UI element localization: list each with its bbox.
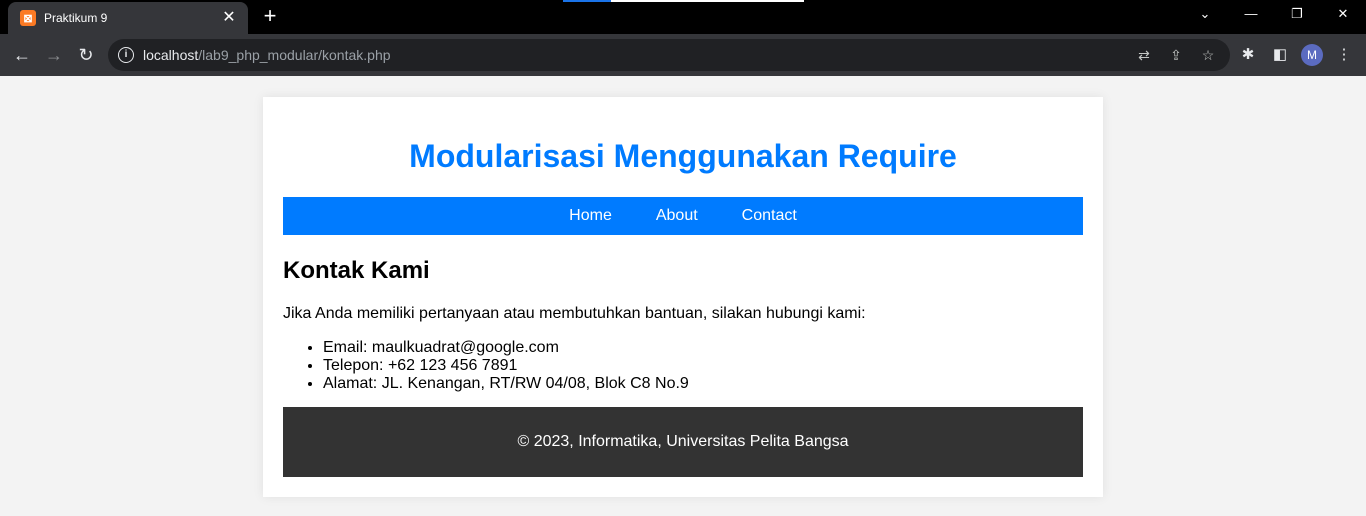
share-icon[interactable]: ⇪ [1166, 45, 1186, 65]
intro-text: Jika Anda memiliki pertanyaan atau membu… [283, 305, 866, 322]
nav-contact-link[interactable]: Contact [742, 207, 797, 225]
nav-home-link[interactable]: Home [569, 207, 612, 225]
reload-icon[interactable]: ↻ [74, 43, 98, 67]
browser-tab[interactable]: ⊠ Praktikum 9 ✕ [8, 2, 248, 34]
close-tab-icon[interactable]: ✕ [220, 9, 238, 27]
profile-avatar[interactable]: M [1301, 44, 1323, 66]
page-container: Modularisasi Menggunakan Require Home Ab… [263, 97, 1103, 497]
tab-title: Praktikum 9 [44, 11, 108, 25]
page-footer: © 2023, Informatika, Universitas Pelita … [283, 407, 1083, 477]
xampp-favicon-icon: ⊠ [20, 10, 36, 26]
bookmark-star-icon[interactable]: ☆ [1198, 45, 1218, 65]
nav-about-link[interactable]: About [656, 207, 698, 225]
tab-strip: ⊠ Praktikum 9 ✕ + ⌄ — ❐ ✕ [0, 0, 1366, 34]
site-info-icon[interactable]: i [118, 47, 134, 63]
url-host: localhost [143, 47, 199, 63]
browser-toolbar: ← → ↻ i localhost/lab9_php_modular/konta… [0, 34, 1366, 76]
contact-phone: Telepon: +62 123 456 7891 [323, 357, 1083, 375]
loading-indicator [563, 0, 804, 2]
url-path: /lab9_php_modular/kontak.php [198, 47, 391, 63]
url-text[interactable]: localhost/lab9_php_modular/kontak.php [143, 47, 391, 63]
minimize-button[interactable]: — [1236, 4, 1266, 24]
restore-button[interactable]: ❐ [1282, 4, 1312, 24]
tab-search-icon[interactable]: ⌄ [1190, 4, 1220, 24]
contact-email: Email: maulkuadrat@google.com [323, 339, 1083, 357]
menu-kebab-icon[interactable]: ⋮ [1334, 45, 1354, 65]
extensions-icon[interactable]: ✱ [1238, 45, 1258, 65]
side-panel-icon[interactable]: ◧ [1270, 45, 1290, 65]
close-window-button[interactable]: ✕ [1328, 4, 1358, 24]
main-nav: Home About Contact [283, 197, 1083, 235]
section-heading: Kontak Kami [283, 257, 430, 284]
new-tab-button[interactable]: + [259, 5, 281, 27]
address-bar[interactable]: i localhost/lab9_php_modular/kontak.php … [108, 39, 1230, 71]
forward-icon[interactable]: → [42, 43, 66, 67]
back-icon[interactable]: ← [10, 43, 34, 67]
contact-list: Email: maulkuadrat@google.com Telepon: +… [283, 339, 1083, 393]
page-title: Modularisasi Menggunakan Require [409, 138, 957, 174]
translate-icon[interactable]: ⇄ [1134, 45, 1154, 65]
contact-address: Alamat: JL. Kenangan, RT/RW 04/08, Blok … [323, 375, 1083, 393]
